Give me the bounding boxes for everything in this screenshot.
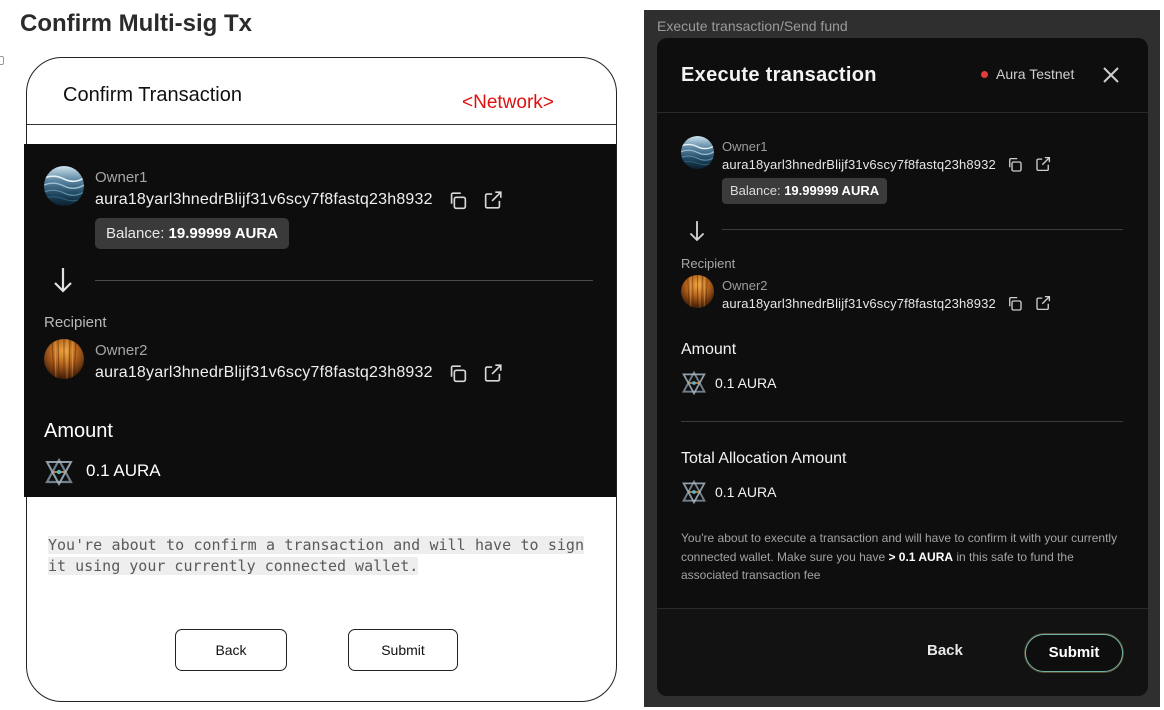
external-link-icon[interactable] [482,362,504,384]
balance-label: Balance: [730,183,785,198]
wireframe-note: You're about to confirm a transaction an… [48,535,584,577]
transfer-separator [722,229,1123,230]
recipient-address: aura18yarl3hnedrBlijf31v6scy7f8fastq23h8… [722,296,996,311]
balance-value: 19.99999 AURA [168,225,279,242]
submit-button[interactable]: Submit [348,629,458,671]
avatar-owner1 [681,136,714,169]
amount-heading: Amount [681,341,737,358]
avatar-owner2 [681,275,714,308]
edge-handle [0,56,4,65]
transfer-separator [95,280,593,281]
external-link-icon[interactable] [482,189,504,211]
section-separator [681,421,1123,422]
arrow-down-icon [688,219,706,243]
arrow-down-icon [52,266,74,294]
amount-heading: Amount [44,420,113,442]
balance-value: 19.99999 AURA [784,183,880,198]
external-link-icon[interactable] [1034,155,1052,173]
sender-name: Owner1 [95,169,148,186]
execute-note: You're about to execute a transaction an… [681,529,1123,585]
sender-name: Owner1 [722,139,768,154]
note-text: You're about to confirm a transaction an… [48,536,584,575]
sender-balance-badge: Balance: 19.99999 AURA [95,218,290,249]
network-status-dot [981,71,988,78]
aura-token-icon [681,479,707,505]
copy-icon[interactable] [1006,295,1024,313]
modal-title: Execute transaction [681,64,877,86]
wireframe-transfer-panel: Owner1 aura18yarl3hnedrBlijf31v6scy7f8fa… [24,144,616,497]
mockup-caption: Execute transaction/Send fund [657,18,848,34]
note-required-amount: > 0.1 AURA [888,549,954,564]
sender-address: aura18yarl3hnedrBlijf31v6scy7f8fastq23h8… [722,157,996,172]
recipient-name: Owner2 [722,278,768,293]
recipient-label: Recipient [681,256,736,271]
total-allocation-value: 0.1 AURA [715,484,777,500]
wireframe-network-placeholder: <Network> [462,92,554,113]
submit-button[interactable]: Submit [1025,634,1123,672]
back-button[interactable]: Back [927,642,963,659]
amount-value: 0.1 AURA [715,375,777,391]
network-name: Aura Testnet [996,66,1075,82]
avatar-owner1 [44,166,84,206]
back-button[interactable]: Back [175,629,287,671]
aura-token-icon [681,370,707,396]
execute-transaction-modal: Execute transaction Aura Testnet Owner1 … [657,38,1148,696]
wireframe-header-title: Confirm Transaction [63,84,242,106]
close-icon[interactable] [1101,65,1121,85]
aura-token-icon [44,457,74,487]
avatar-owner2 [44,339,84,379]
sender-balance-badge: Balance: 19.99999 AURA [722,178,888,204]
copy-icon[interactable] [1006,156,1024,174]
recipient-address: aura18yarl3hnedrBlijf31v6scy7f8fastq23h8… [95,364,433,381]
copy-icon[interactable] [447,190,469,212]
external-link-icon[interactable] [1034,294,1052,312]
wireframe-header-divider [27,124,616,125]
copy-icon[interactable] [447,363,469,385]
sender-address: aura18yarl3hnedrBlijf31v6scy7f8fastq23h8… [95,191,433,208]
total-allocation-heading: Total Allocation Amount [681,450,847,467]
balance-label: Balance: [106,225,169,242]
recipient-label: Recipient [44,314,107,331]
recipient-name: Owner2 [95,342,148,359]
header-divider [657,112,1148,113]
amount-value: 0.1 AURA [86,461,161,480]
page-title: Confirm Multi-sig Tx [20,10,252,37]
